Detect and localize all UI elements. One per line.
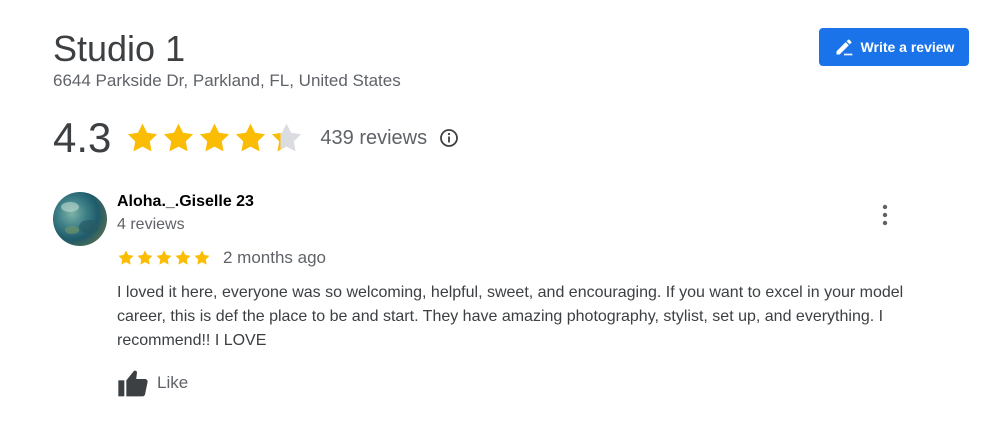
- rating-stars: [125, 121, 304, 156]
- review-star-icon: [118, 250, 134, 265]
- star-icon: [272, 123, 302, 151]
- reviewer-name[interactable]: Aloha._.Giselle 23: [117, 193, 254, 211]
- review-star-icon: [137, 250, 153, 265]
- star-icon: [200, 123, 230, 151]
- thumbs-up-icon: [118, 370, 148, 397]
- place-title: Studio 1: [53, 28, 186, 69]
- like-label: Like: [157, 373, 189, 392]
- pencil-icon: [834, 37, 854, 57]
- reviewer-review-count: 4 reviews: [117, 216, 185, 233]
- review-text: I loved it here, everyone was so welcomi…: [117, 284, 904, 349]
- place-address: 6644 Parkside Dr, Parkland, FL, United S…: [53, 71, 401, 90]
- rating-summary: 4.3 439 reviews: [53, 112, 459, 164]
- star-icon: [236, 123, 266, 151]
- review-count[interactable]: 439 reviews: [320, 127, 427, 150]
- review-star-icon: [156, 250, 172, 265]
- star-icon: [164, 123, 194, 151]
- star-icon: [128, 123, 158, 151]
- review-meta: 2 months ago: [117, 248, 326, 268]
- more-vert-icon: [882, 204, 888, 226]
- avatar[interactable]: [53, 192, 107, 246]
- review-date: 2 months ago: [223, 248, 327, 267]
- review-stars: [117, 249, 211, 267]
- write-review-label: Write a review: [860, 39, 955, 55]
- like-button[interactable]: Like: [117, 368, 188, 398]
- more-options-button[interactable]: [873, 200, 897, 230]
- review-star-icon: [175, 250, 191, 265]
- rating-value: 4.3: [53, 114, 112, 161]
- info-icon[interactable]: [439, 128, 459, 148]
- review-star-icon: [194, 250, 210, 265]
- write-review-button[interactable]: Write a review: [819, 28, 969, 66]
